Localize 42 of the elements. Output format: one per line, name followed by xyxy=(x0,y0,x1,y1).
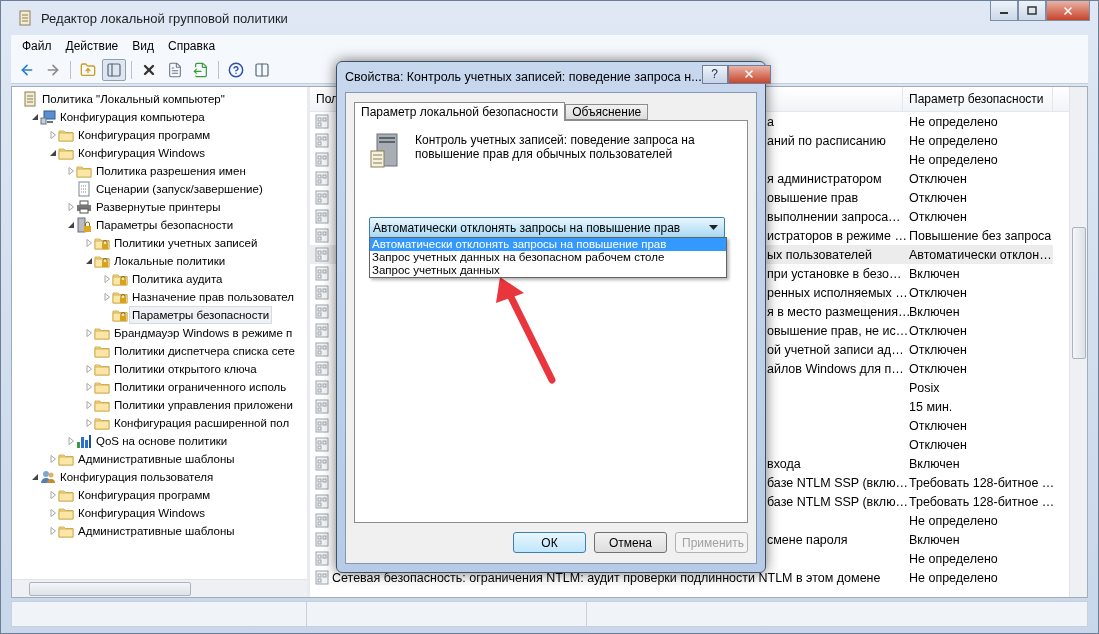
policy-value: Включен xyxy=(908,266,960,281)
policy-name: ых пользователей xyxy=(767,247,873,262)
policy-value: Не определено xyxy=(908,114,998,129)
policy-name: при установке в безо… xyxy=(767,266,902,281)
policy-value: Отключен xyxy=(908,342,967,357)
policy-description: Контроль учетных записей: поведение запроса на повышение прав для обычных пользователей xyxy=(415,133,695,163)
policy-value: Отключен xyxy=(908,190,967,205)
policy-value: Отключен xyxy=(908,437,967,452)
policy-name: ой учетной записи ад… xyxy=(767,342,904,357)
policy-value: Отключен xyxy=(908,209,967,224)
policy-name: Сетевая безопасность: ограничения NTLM: аудит проверки подлинности NTLM в этом домене xyxy=(332,570,881,585)
policy-name: я администратором xyxy=(767,171,882,186)
policy-name: я в место размещения… xyxy=(767,304,911,319)
policy-name: овышение прав, не ис… xyxy=(767,323,909,338)
policy-value: Повышение без запроса xyxy=(908,228,1052,243)
policy-value: Posix xyxy=(908,380,940,395)
policy-name: выполнении запроса… xyxy=(767,209,901,224)
dialog-title: Свойства: Контроль учетных записей: поведение запроса н... xyxy=(345,70,702,84)
policy-name: аний по расписанию xyxy=(767,133,886,148)
policy-value: Отключен xyxy=(908,418,967,433)
policy-name: а xyxy=(767,114,774,129)
policy-name: смене пароля xyxy=(767,532,848,547)
policy-name: истраторов в режиме … xyxy=(767,228,907,243)
policy-name: базе NTLM SSP (вклю… xyxy=(767,494,909,509)
policy-value: 15 мин. xyxy=(908,399,953,414)
policy-value: Отключен xyxy=(908,171,967,186)
policy-name: овышение прав xyxy=(767,190,859,205)
policy-value: Не определено xyxy=(908,551,998,566)
policy-value: Отключен xyxy=(908,361,967,376)
policy-value: Включен xyxy=(908,456,960,471)
policy-value: Автоматически отклон… xyxy=(908,247,1052,262)
policy-name: айлов Windows для п… xyxy=(767,361,904,376)
window-title: Редактор локальной групповой политики xyxy=(41,10,288,26)
policy-name: базе NTLM SSP (вклю… xyxy=(767,475,909,490)
policy-value: Не определено xyxy=(908,513,998,528)
policy-value: Не определено xyxy=(908,570,998,585)
policy-name: ренных исполняемых … xyxy=(767,285,908,300)
policy-value: Включен xyxy=(908,532,960,547)
policy-value: Не определено xyxy=(908,133,998,148)
policy-name: входа xyxy=(767,456,801,471)
policy-value: Не определено xyxy=(908,152,998,167)
policy-value: Отключен xyxy=(908,285,967,300)
